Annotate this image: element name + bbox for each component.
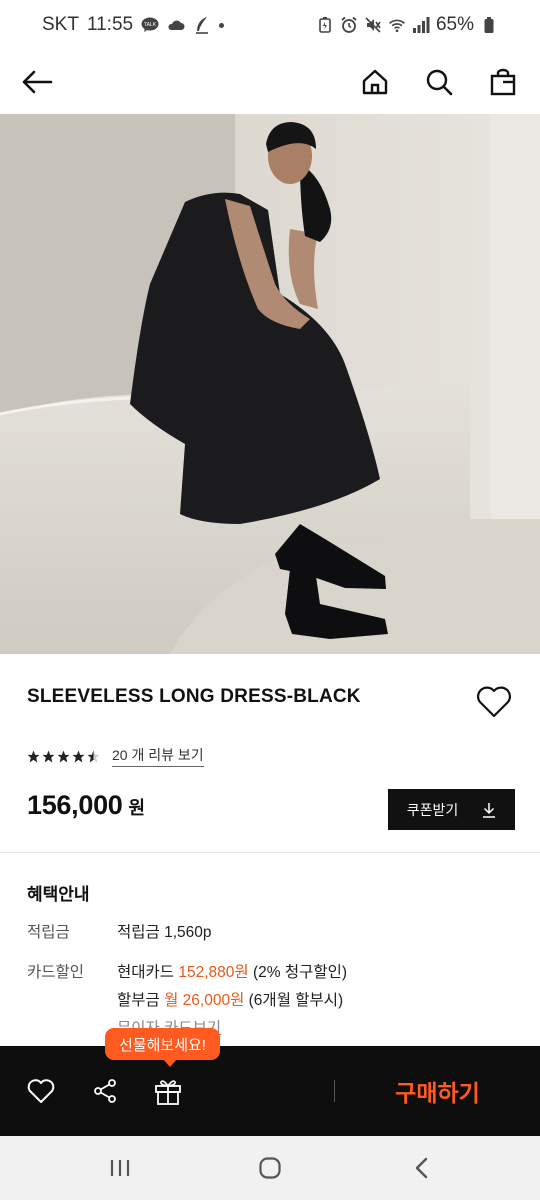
buy-button[interactable]: 구매하기 <box>360 1046 515 1136</box>
price-unit: 원 <box>128 798 146 818</box>
wifi-icon <box>388 16 406 34</box>
heart-icon <box>477 686 511 718</box>
top-nav <box>0 50 540 114</box>
review-link[interactable]: 20 개 리뷰 보기 <box>112 745 204 767</box>
card-discount-line1: 현대카드 152,880원 (2% 청구할인) <box>117 960 347 982</box>
rating-row: 20 개 리뷰 보기 <box>27 745 204 767</box>
star-icon <box>72 750 85 762</box>
star-half-icon <box>87 750 100 762</box>
recent-apps-button[interactable] <box>104 1152 136 1184</box>
like-button[interactable] <box>24 1074 58 1108</box>
section-divider <box>0 852 540 853</box>
back-arrow-icon <box>22 70 53 94</box>
product-image[interactable] <box>0 114 540 654</box>
search-icon <box>426 69 453 96</box>
star-icon <box>42 750 55 762</box>
coupon-button[interactable]: 쿠폰받기 <box>388 789 515 830</box>
home-circle-icon <box>259 1157 281 1179</box>
card-discount-note: (2% 청구할인) <box>248 964 348 981</box>
benefits-title: 혜택안내 <box>27 885 90 904</box>
share-button[interactable] <box>88 1074 122 1108</box>
cloud-icon <box>167 16 185 34</box>
clock: 11:55 <box>86 14 134 35</box>
installment-amount: 월 26,000원 <box>164 992 245 1009</box>
chevron-left-icon <box>415 1157 428 1179</box>
points-text: 적립금 1,560p <box>117 924 212 941</box>
product-name: SLEEVELESS LONG DRESS-BLACK <box>27 686 361 707</box>
share-icon <box>94 1079 116 1103</box>
home-button[interactable] <box>358 65 392 99</box>
coupon-button-label: 쿠폰받기 <box>406 801 459 818</box>
nav-actions <box>358 65 520 99</box>
more-notifications-dot <box>219 22 225 28</box>
wishlist-button[interactable] <box>474 682 514 722</box>
installment-prefix: 할부금 <box>117 992 165 1009</box>
signal-icon <box>412 16 430 34</box>
status-left: SKT 11:55 TALK <box>42 14 225 36</box>
gift-button[interactable] <box>151 1074 185 1108</box>
price-row: 156,000 원 <box>27 790 145 821</box>
bar-separator <box>334 1080 335 1102</box>
svg-text:TALK: TALK <box>144 22 157 28</box>
system-nav-bar <box>0 1136 540 1200</box>
star-icon <box>57 750 70 762</box>
back-button[interactable] <box>20 65 54 99</box>
download-icon <box>483 802 496 818</box>
battery-percent: 65% <box>435 14 474 35</box>
mute-icon <box>364 16 382 34</box>
card-name: 현대카드 <box>117 964 179 981</box>
recent-apps-icon <box>110 1160 130 1176</box>
home-icon <box>362 69 388 95</box>
battery-icon <box>480 16 498 34</box>
search-button[interactable] <box>422 65 456 99</box>
alarm-icon <box>340 16 358 34</box>
card-discount-label: 카드할인 <box>27 964 85 981</box>
status-bar: SKT 11:55 TALK 65% <box>0 0 540 50</box>
bottom-action-bar: 구매하기 <box>0 1046 540 1136</box>
cart-button[interactable] <box>486 65 520 99</box>
star-icon <box>27 750 40 762</box>
carrier-label: SKT <box>42 14 79 35</box>
battery-saver-icon <box>316 16 334 34</box>
price-value: 156,000 <box>27 790 123 820</box>
card-discount-amount: 152,880원 <box>178 964 249 981</box>
talk-icon: TALK <box>141 16 159 34</box>
gift-tooltip[interactable]: 선물해보세요! <box>105 1028 220 1067</box>
installment-note: (6개월 할부시) <box>244 992 344 1009</box>
rating-stars <box>27 750 100 763</box>
points-label: 적립금 <box>27 924 70 941</box>
system-back-button[interactable] <box>406 1152 438 1184</box>
feather-icon <box>193 16 211 34</box>
status-right: 65% <box>316 14 498 36</box>
heart-icon <box>27 1079 55 1103</box>
gift-icon <box>155 1080 181 1105</box>
installment-line: 할부금 월 26,000원 (6개월 할부시) <box>117 988 343 1010</box>
home-system-button[interactable] <box>254 1152 286 1184</box>
bag-icon <box>490 68 516 96</box>
